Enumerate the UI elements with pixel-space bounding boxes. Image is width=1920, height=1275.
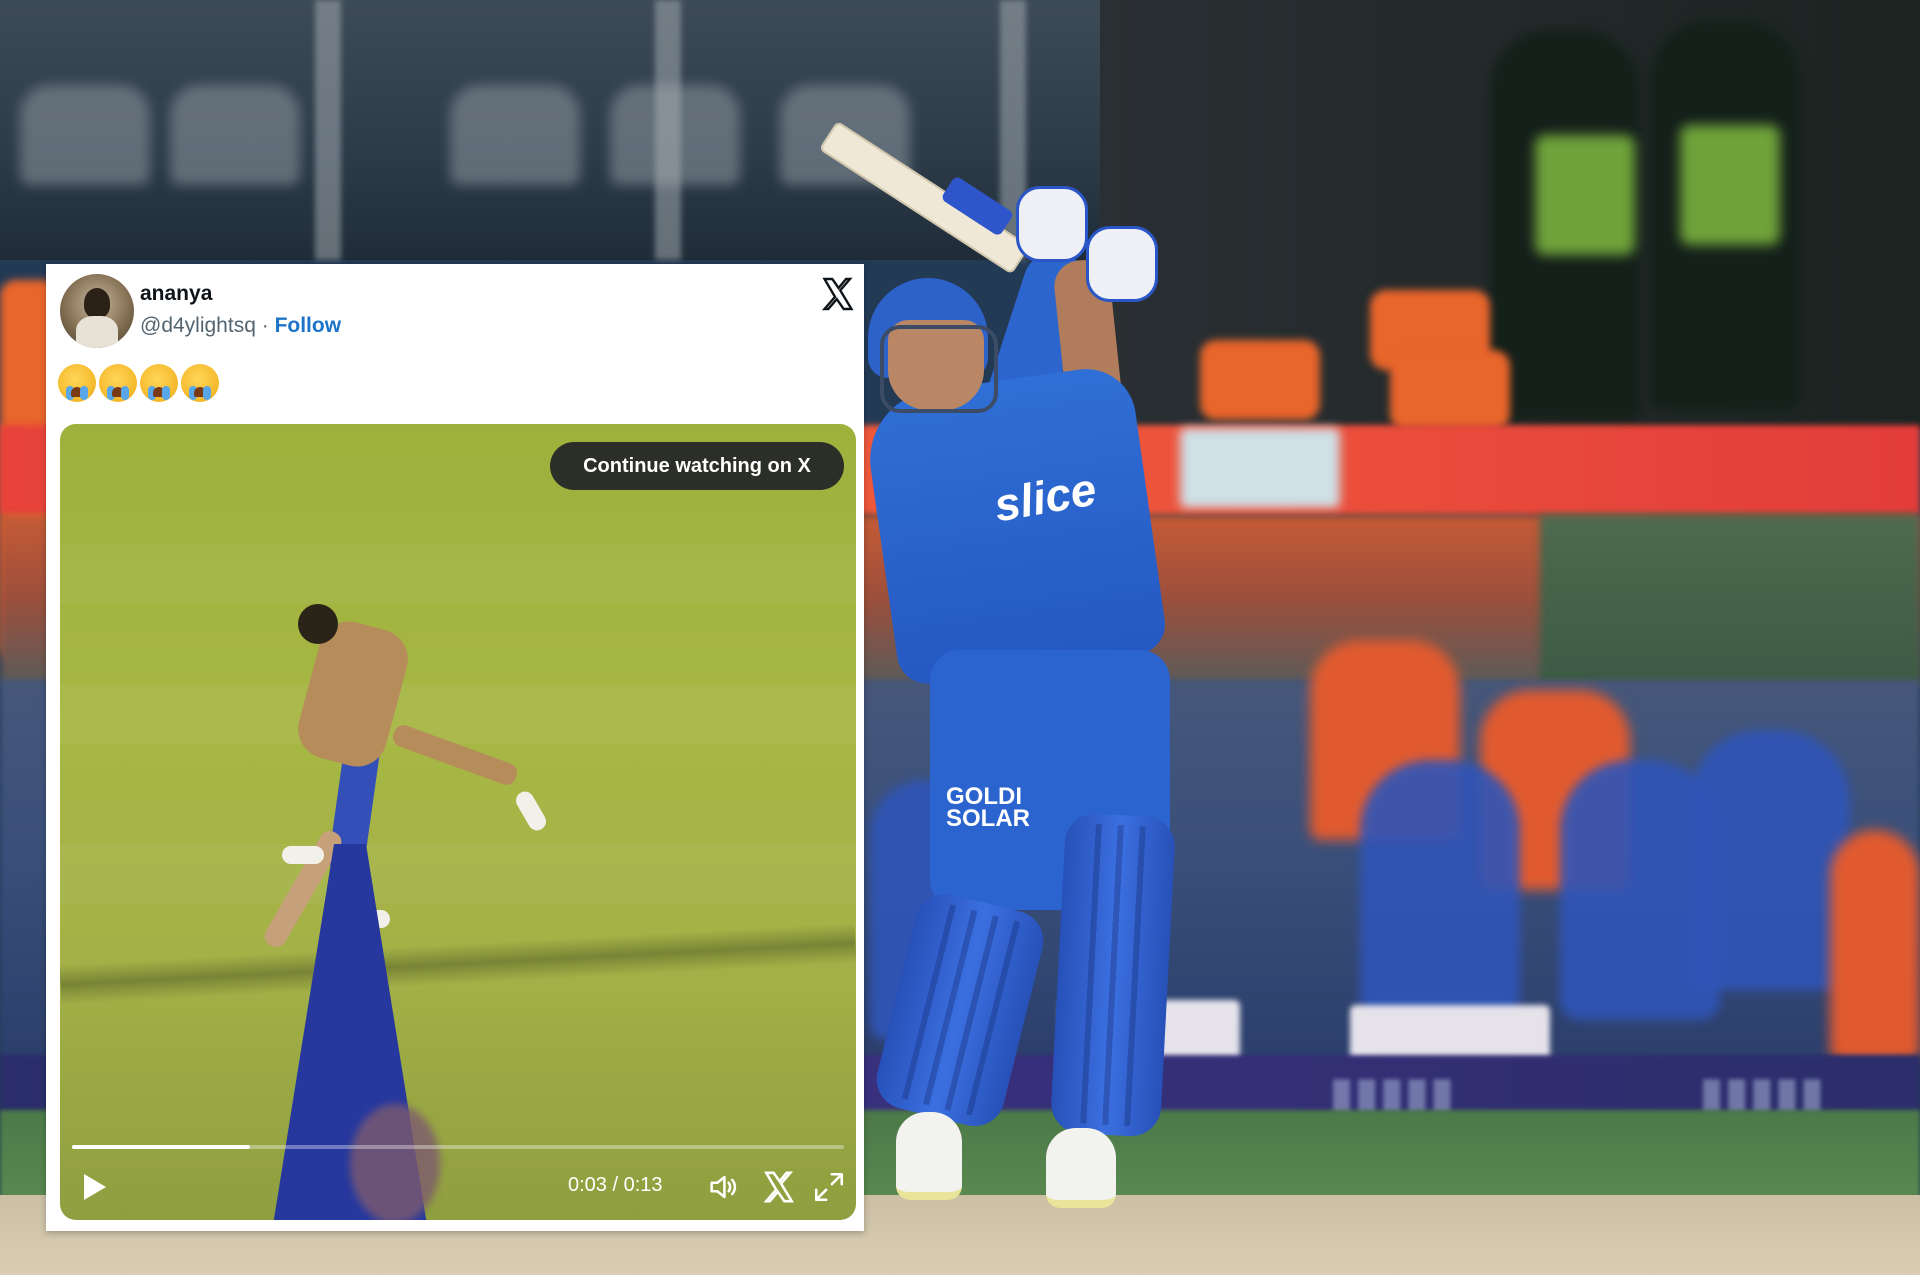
leg-pad: [1049, 812, 1177, 1138]
video-time: 0:03 / 0:13: [568, 1174, 663, 1196]
video-progress-bar[interactable]: [72, 1145, 844, 1149]
display-name[interactable]: ananya: [140, 282, 212, 306]
handle-row: @d4ylightsq · Follow: [140, 314, 341, 338]
stand-pole: [655, 0, 681, 260]
x-logo-icon[interactable]: [820, 276, 856, 312]
batting-shoe: [1046, 1128, 1116, 1208]
video-progress-fill: [72, 1145, 250, 1149]
loudly-crying-face-icon: [140, 364, 178, 402]
dugout-chair: [1360, 760, 1520, 1020]
shoe: [512, 788, 550, 834]
emoji-row: [58, 364, 219, 408]
grass-stripe: [60, 844, 856, 904]
x-logo-icon[interactable]: [762, 1170, 796, 1204]
banner-logo: [1180, 428, 1340, 508]
jersey-sponsor-2: GOLDI SOLAR: [946, 783, 1030, 832]
ground-shadow: [60, 923, 856, 1005]
loudly-crying-face-icon: [58, 364, 96, 402]
stadium-seat: [450, 85, 580, 185]
batting-shoe: [896, 1112, 962, 1200]
stand-pole: [315, 0, 341, 260]
mid-stand-right: [1540, 515, 1920, 685]
spectator: [1830, 830, 1920, 1060]
user-handle[interactable]: @d4ylightsq: [140, 314, 256, 337]
stadium-seat: [170, 85, 300, 185]
batting-glove: [1016, 186, 1088, 262]
dugout-chair: [1690, 730, 1850, 990]
volume-icon[interactable]: [706, 1170, 740, 1204]
grass-stripe: [60, 684, 856, 744]
batting-glove: [1086, 226, 1158, 302]
orange-seat: [1200, 340, 1320, 420]
play-icon[interactable]: [84, 1174, 106, 1200]
shoe: [282, 846, 324, 864]
loudly-crying-face-icon: [181, 364, 219, 402]
video-player[interactable]: Continue watching on X 0:03 / 0:13: [60, 424, 856, 1220]
grass-stripe: [60, 544, 856, 604]
embedded-tweet-card: ananya @d4ylightsq · Follow Continue wat…: [46, 264, 864, 1231]
fullscreen-icon[interactable]: [812, 1170, 846, 1204]
stadium-seat: [20, 85, 150, 185]
helmet-grill: [880, 325, 998, 413]
continue-watching-button[interactable]: Continue watching on X: [550, 442, 844, 490]
orange-seat: [1390, 350, 1510, 430]
separator: ·: [255, 314, 275, 337]
follow-button[interactable]: Follow: [275, 314, 342, 337]
loudly-crying-face-icon: [99, 364, 137, 402]
hi-vis-vest: [1535, 135, 1635, 255]
officer-head: [298, 604, 338, 644]
hi-vis-vest: [1680, 125, 1780, 245]
avatar[interactable]: [60, 274, 134, 348]
video-controls: 0:03 / 0:13: [60, 1160, 856, 1220]
